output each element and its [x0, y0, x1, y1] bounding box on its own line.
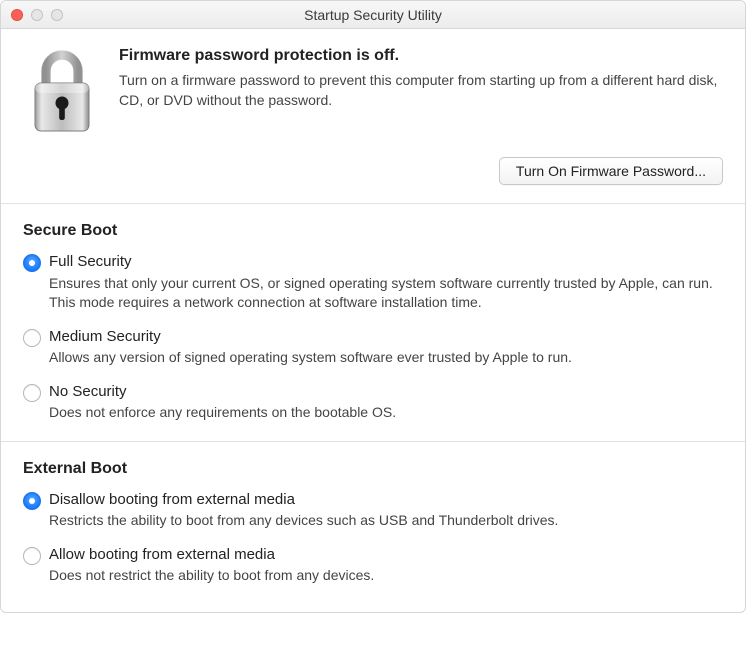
window-close-button[interactable] — [11, 9, 23, 21]
titlebar: Startup Security Utility — [1, 1, 745, 29]
firmware-heading: Firmware password protection is off. — [119, 47, 723, 65]
radio-button-icon — [23, 329, 41, 347]
radio-label: Allow booting from external media — [49, 545, 723, 565]
external-boot-heading: External Boot — [23, 460, 723, 478]
radio-button-icon — [23, 254, 41, 272]
radio-full-security[interactable]: Full Security Ensures that only your cur… — [23, 252, 723, 313]
radio-no-security[interactable]: No Security Does not enforce any require… — [23, 382, 723, 423]
traffic-lights — [1, 9, 63, 21]
radio-label: Full Security — [49, 252, 723, 272]
radio-label: Disallow booting from external media — [49, 490, 723, 510]
radio-description: Allows any version of signed operating s… — [49, 348, 723, 368]
turn-on-firmware-password-button[interactable]: Turn On Firmware Password... — [499, 157, 723, 185]
radio-description: Does not enforce any requirements on the… — [49, 403, 723, 423]
window-title: Startup Security Utility — [1, 7, 745, 23]
radio-disallow-external[interactable]: Disallow booting from external media Res… — [23, 490, 723, 531]
firmware-description: Turn on a firmware password to prevent t… — [119, 71, 723, 110]
radio-label: Medium Security — [49, 327, 723, 347]
window-minimize-button[interactable] — [31, 9, 43, 21]
radio-description: Ensures that only your current OS, or si… — [49, 274, 723, 313]
radio-label: No Security — [49, 382, 723, 402]
radio-medium-security[interactable]: Medium Security Allows any version of si… — [23, 327, 723, 368]
window-zoom-button[interactable] — [51, 9, 63, 21]
external-boot-section: External Boot Disallow booting from exte… — [1, 442, 745, 612]
secure-boot-heading: Secure Boot — [23, 222, 723, 240]
radio-button-icon — [23, 547, 41, 565]
radio-description: Does not restrict the ability to boot fr… — [49, 566, 723, 586]
radio-button-icon — [23, 384, 41, 402]
secure-boot-section: Secure Boot Full Security Ensures that o… — [1, 204, 745, 442]
radio-description: Restricts the ability to boot from any d… — [49, 511, 723, 531]
window: Startup Security Utility — [0, 0, 746, 613]
lock-icon — [23, 47, 101, 135]
radio-button-icon — [23, 492, 41, 510]
firmware-password-section: Firmware password protection is off. Tur… — [1, 29, 745, 204]
radio-allow-external[interactable]: Allow booting from external media Does n… — [23, 545, 723, 586]
